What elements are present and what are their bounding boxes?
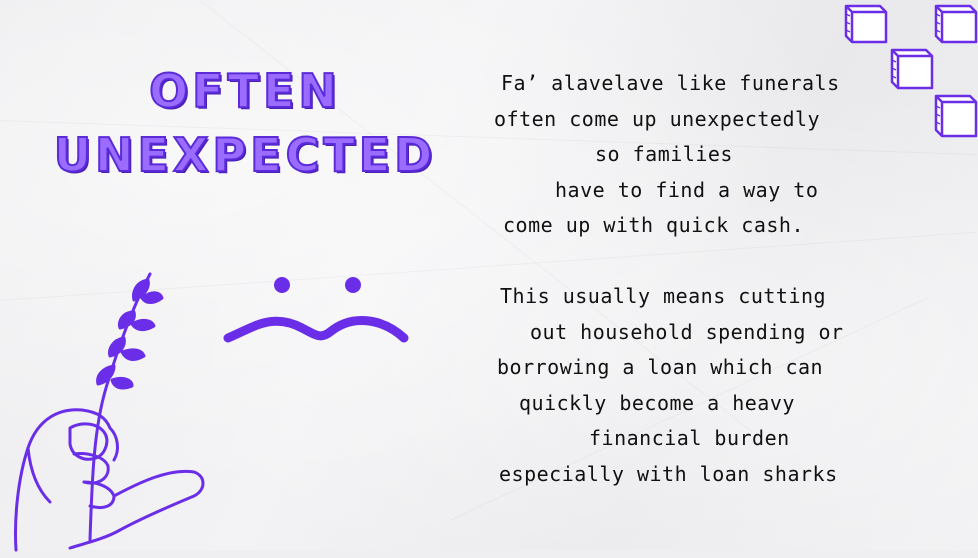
body-line: often come up unexpectedly bbox=[494, 107, 821, 131]
body-line: Fa’ alavelave like funerals bbox=[501, 71, 840, 95]
sad-face-icon bbox=[223, 277, 409, 343]
body-line: financial burden bbox=[589, 426, 790, 450]
body-line: have to find a way to bbox=[555, 178, 819, 202]
cube-icon bbox=[844, 4, 978, 138]
body-line: so families bbox=[595, 142, 733, 166]
slide-title-line-2: UNEXPECTED bbox=[53, 127, 437, 183]
body-line: especially with loan sharks bbox=[499, 462, 838, 486]
body-line: out household spending or bbox=[530, 320, 844, 344]
body-line: come up with quick cash. bbox=[503, 213, 804, 237]
body-line: borrowing a loan which can bbox=[497, 355, 824, 379]
body-line: quickly become a heavy bbox=[519, 391, 795, 415]
hand-holding-branch-icon bbox=[14, 272, 205, 552]
body-line: This usually means cutting bbox=[500, 284, 827, 308]
slide-title-line-1: OFTEN bbox=[148, 63, 341, 119]
